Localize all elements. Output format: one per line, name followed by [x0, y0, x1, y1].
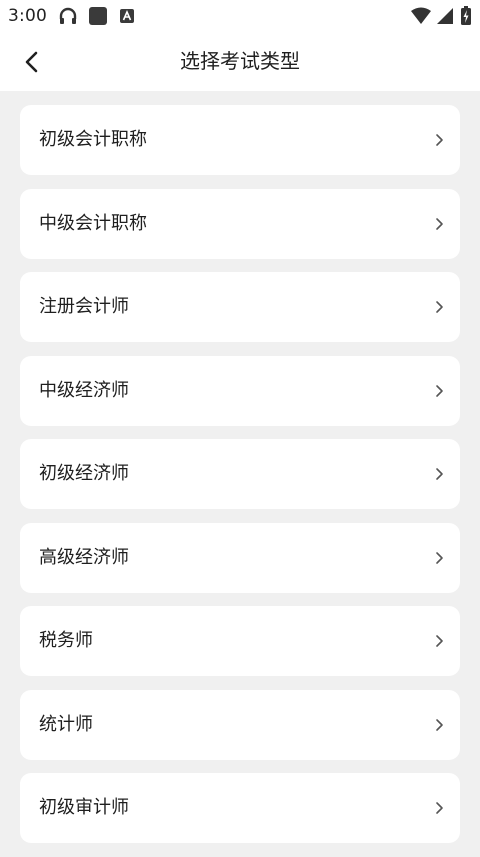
a-badge-icon — [119, 8, 135, 28]
status-time: 3:00 — [8, 6, 47, 26]
exam-type-label: 初级经济师 — [39, 463, 129, 484]
exam-type-item[interactable]: 高级经济师 — [20, 522, 460, 593]
exam-type-label: 初级会计职称 — [39, 129, 147, 150]
chevron-right-icon — [436, 551, 443, 564]
cell-signal-icon — [436, 7, 454, 29]
exam-type-item[interactable]: 初级会计职称 — [20, 105, 460, 175]
chevron-right-icon — [436, 384, 443, 397]
exam-type-item[interactable]: 税务师 — [20, 606, 460, 676]
exam-type-label: 中级经济师 — [39, 379, 129, 401]
exam-type-item[interactable]: 统计师 — [20, 689, 460, 760]
chevron-right-icon — [436, 802, 443, 814]
chevron-right-icon — [436, 217, 443, 230]
exam-type-item[interactable]: 中级会计职称 — [20, 188, 460, 259]
exam-type-item[interactable]: 初级经济师 — [20, 439, 460, 509]
exam-type-label: 统计师 — [39, 713, 93, 735]
chevron-right-icon — [436, 468, 443, 480]
exam-type-item[interactable]: 中级经济师 — [20, 355, 460, 426]
headphones-icon — [58, 6, 78, 30]
exam-type-label: 税务师 — [39, 630, 93, 651]
battery-charging-icon — [460, 6, 472, 30]
exam-type-item[interactable]: 初级审计师 — [20, 773, 460, 843]
exam-type-label: 高级经济师 — [39, 546, 129, 568]
page-title: 选择考试类型 — [180, 49, 300, 73]
exam-type-list: 初级会计职称 中级会计职称 注册会计师 中级经济师 初级经济师 高级经济师 税务… — [20, 105, 460, 857]
exam-type-label: 中级会计职称 — [39, 212, 147, 234]
app-square-icon — [88, 6, 108, 30]
exam-type-label: 注册会计师 — [39, 296, 129, 317]
chevron-right-icon — [436, 301, 443, 313]
wifi-icon — [410, 7, 432, 29]
chevron-right-icon — [436, 134, 443, 146]
top-app-bar: 选择考试类型 — [0, 32, 480, 91]
status-bar: 3:00 — [0, 0, 480, 32]
exam-type-label: 初级审计师 — [39, 797, 129, 818]
chevron-right-icon — [436, 635, 443, 647]
chevron-left-icon — [25, 51, 38, 73]
exam-type-item[interactable]: 注册会计师 — [20, 272, 460, 342]
chevron-right-icon — [436, 718, 443, 731]
back-button[interactable] — [14, 42, 50, 82]
